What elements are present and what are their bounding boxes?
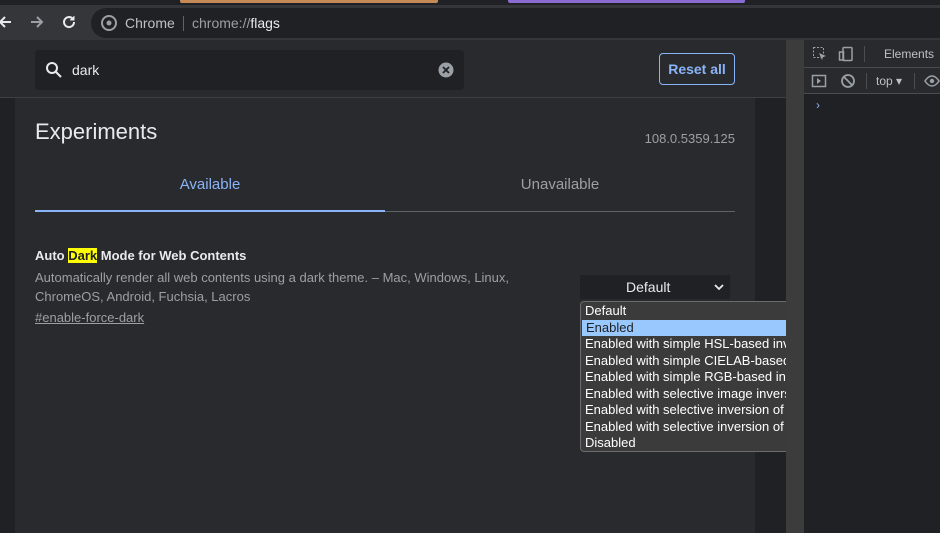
forward-button[interactable] <box>24 9 50 35</box>
address-bar[interactable]: Chrome chrome://flags <box>91 8 940 38</box>
url-scheme: chrome:// <box>192 15 251 31</box>
tab-group-indicator-purple <box>508 0 745 3</box>
clear-console-icon[interactable] <box>840 73 856 89</box>
back-button[interactable] <box>0 9 18 35</box>
tab-elements[interactable]: Elements <box>884 47 934 61</box>
search-input[interactable] <box>72 60 432 80</box>
console-toolbar: top ▾ <box>804 68 940 94</box>
context-selector[interactable]: top ▾ <box>876 74 902 88</box>
console-prompt[interactable]: › <box>816 98 820 112</box>
page-title: Experiments <box>35 119 158 144</box>
flags-header: Reset all <box>0 40 803 98</box>
sidebar-toggle-icon[interactable] <box>811 73 827 89</box>
context-selector-label: top <box>876 74 893 88</box>
devtools-divider <box>864 46 865 62</box>
back-arrow-icon <box>0 16 11 28</box>
flag-state-select[interactable]: Default <box>580 275 730 299</box>
omnibox-chrome-label: Chrome <box>125 15 175 31</box>
url-host: flags <box>250 15 280 31</box>
devtools-divider <box>914 73 915 89</box>
devtools-divider <box>866 73 867 89</box>
omnibox-divider <box>183 16 184 31</box>
search-match-highlight: Dark <box>68 248 98 263</box>
flag-permalink[interactable]: #enable-force-dark <box>35 310 144 325</box>
browser-toolbar: Chrome chrome://flags <box>0 5 940 40</box>
devtools-tab-bar: Elements <box>804 40 940 68</box>
active-tab-indicator <box>35 210 385 212</box>
clear-search-icon[interactable] <box>438 62 454 78</box>
inspect-element-icon[interactable] <box>812 46 828 62</box>
reload-icon <box>63 16 76 29</box>
flag-description: Automatically render all web contents us… <box>35 270 510 304</box>
tab-unavailable[interactable]: Unavailable <box>385 176 735 212</box>
tab-group-indicator-orange <box>180 0 438 3</box>
select-value: Default <box>626 279 671 295</box>
page-scrollbar[interactable] <box>786 40 804 533</box>
tab-available[interactable]: Available <box>35 176 385 212</box>
device-toolbar-icon[interactable] <box>838 46 854 62</box>
search-box[interactable] <box>35 50 464 90</box>
forward-arrow-icon <box>31 16 44 28</box>
chrome-logo-icon <box>101 15 117 31</box>
devtools-panel: Elements top ▾ › <box>786 40 940 533</box>
reset-all-button[interactable]: Reset all <box>659 53 735 85</box>
eye-icon[interactable] <box>924 73 940 89</box>
reload-button[interactable] <box>56 9 82 35</box>
chevron-down-icon <box>714 284 724 291</box>
version-label: 108.0.5359.125 <box>644 131 735 146</box>
flag-title-suffix: Mode for Web Contents <box>97 248 247 263</box>
flag-title-prefix: Auto <box>35 248 69 263</box>
url-text: chrome://flags <box>192 15 280 31</box>
flag-title: Auto Dark Mode for Web Contents <box>35 248 246 263</box>
search-icon <box>46 62 62 78</box>
